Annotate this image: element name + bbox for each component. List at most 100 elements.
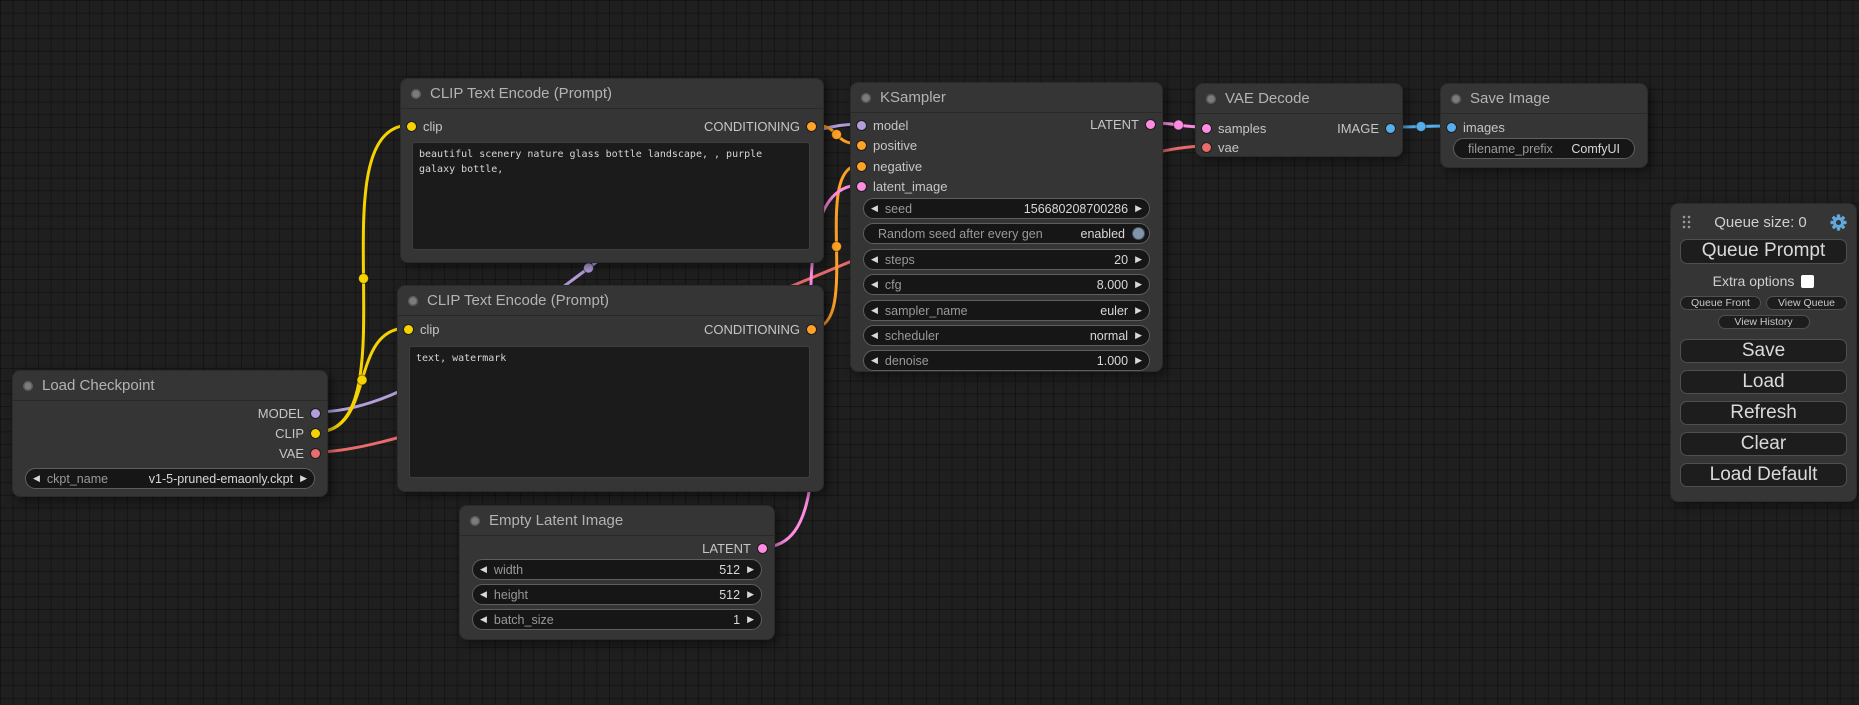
- decrement-arrow-icon[interactable]: ◀: [864, 351, 885, 370]
- decrement-arrow-icon[interactable]: ◀: [473, 560, 494, 579]
- collapse-dot-icon[interactable]: [1451, 94, 1461, 104]
- node-save_image[interactable]: Save Imageimagesfilename_prefixComfyUI: [1440, 83, 1648, 168]
- node-clip1[interactable]: CLIP Text Encode (Prompt)clipCONDITIONIN…: [400, 78, 824, 263]
- increment-arrow-icon[interactable]: ▶: [740, 610, 761, 629]
- collapse-dot-icon[interactable]: [1206, 94, 1216, 104]
- decrement-arrow-icon[interactable]: ◀: [864, 326, 885, 345]
- widget-ckpt_name[interactable]: ◀ckpt_namev1-5-pruned-emaonly.ckpt▶: [25, 468, 315, 489]
- output-slot-dot[interactable]: [1386, 124, 1395, 133]
- node-title-bar[interactable]: Load Checkpoint: [13, 371, 327, 401]
- node-title-bar[interactable]: CLIP Text Encode (Prompt): [401, 79, 823, 109]
- link-midpoint-dot[interactable]: [1416, 122, 1426, 132]
- link-midpoint-dot[interactable]: [1174, 120, 1184, 130]
- collapse-dot-icon[interactable]: [861, 93, 871, 103]
- widget-steps[interactable]: ◀steps20▶: [863, 249, 1150, 270]
- widget-sampler_name[interactable]: ◀sampler_nameeuler▶: [863, 300, 1150, 321]
- prompt-textarea[interactable]: beautiful scenery nature glass bottle la…: [412, 142, 810, 250]
- increment-arrow-icon[interactable]: ▶: [1128, 275, 1149, 294]
- decrement-arrow-icon[interactable]: ◀: [473, 610, 494, 629]
- node-title-bar[interactable]: VAE Decode: [1196, 84, 1402, 114]
- load-button[interactable]: Load: [1680, 370, 1847, 394]
- link-midpoint-dot[interactable]: [359, 274, 369, 284]
- link-midpoint-dot[interactable]: [832, 130, 842, 140]
- increment-arrow-icon[interactable]: ▶: [1128, 351, 1149, 370]
- widget-height[interactable]: ◀height512▶: [472, 584, 762, 605]
- view-queue-button[interactable]: View Queue: [1766, 296, 1847, 310]
- link-midpoint-dot[interactable]: [584, 263, 594, 273]
- gear-icon[interactable]: [1830, 214, 1847, 231]
- increment-arrow-icon[interactable]: ▶: [1128, 250, 1149, 269]
- prompt-textarea[interactable]: text, watermark: [409, 346, 810, 478]
- input-slot-dot[interactable]: [857, 141, 866, 150]
- queue-prompt-button[interactable]: Queue Prompt: [1680, 239, 1847, 264]
- node-title-text: CLIP Text Encode (Prompt): [430, 85, 612, 102]
- decrement-arrow-icon[interactable]: ◀: [473, 585, 494, 604]
- output-slot-dot[interactable]: [311, 429, 320, 438]
- decrement-arrow-icon[interactable]: ◀: [26, 469, 47, 488]
- widget-width[interactable]: ◀width512▶: [472, 559, 762, 580]
- clear-button[interactable]: Clear: [1680, 432, 1847, 456]
- input-slot-dot[interactable]: [857, 162, 866, 171]
- node-title-bar[interactable]: KSampler: [851, 83, 1162, 113]
- decrement-arrow-icon[interactable]: ◀: [864, 301, 885, 320]
- input-slot-dot[interactable]: [1202, 143, 1211, 152]
- collapse-dot-icon[interactable]: [411, 89, 421, 99]
- widget-value: 512: [719, 588, 740, 602]
- collapse-dot-icon[interactable]: [23, 381, 33, 391]
- output-slot-label: CLIP: [275, 426, 304, 441]
- widget-random-seed-after-every-gen[interactable]: Random seed after every genenabled: [863, 223, 1150, 244]
- widget-label: Random seed after every gen: [864, 227, 1043, 241]
- node-graph-canvas[interactable]: Load CheckpointMODELCLIPVAE◀ckpt_namev1-…: [0, 0, 1859, 705]
- widget-label: batch_size: [494, 613, 554, 627]
- input-slot-dot[interactable]: [1447, 123, 1456, 132]
- widget-scheduler[interactable]: ◀schedulernormal▶: [863, 325, 1150, 346]
- widget-batch_size[interactable]: ◀batch_size1▶: [472, 609, 762, 630]
- increment-arrow-icon[interactable]: ▶: [740, 560, 761, 579]
- output-slot-dot[interactable]: [311, 449, 320, 458]
- node-title-text: KSampler: [880, 89, 946, 106]
- node-title-bar[interactable]: Empty Latent Image: [460, 506, 774, 536]
- output-slot-dot[interactable]: [807, 325, 816, 334]
- load-default-button[interactable]: Load Default: [1680, 463, 1847, 487]
- widget-denoise[interactable]: ◀denoise1.000▶: [863, 350, 1150, 371]
- input-slot-dot[interactable]: [857, 182, 866, 191]
- decrement-arrow-icon[interactable]: ◀: [864, 250, 885, 269]
- collapse-dot-icon[interactable]: [470, 516, 480, 526]
- node-load_checkpoint[interactable]: Load CheckpointMODELCLIPVAE◀ckpt_namev1-…: [12, 370, 328, 497]
- toggle-circle-icon[interactable]: [1132, 227, 1145, 240]
- node-title-bar[interactable]: Save Image: [1441, 84, 1647, 114]
- link-midpoint-dot[interactable]: [357, 375, 367, 385]
- view-history-button[interactable]: View History: [1718, 315, 1810, 329]
- input-slot-label: latent_image: [873, 179, 947, 194]
- node-empty_latent[interactable]: Empty Latent ImageLATENT◀width512▶◀heigh…: [459, 505, 775, 640]
- collapse-dot-icon[interactable]: [408, 296, 418, 306]
- widget-value: 8.000: [1097, 278, 1128, 292]
- queue-panel: Queue size: 0 Queue Prompt Extra options…: [1670, 203, 1857, 502]
- increment-arrow-icon[interactable]: ▶: [1128, 301, 1149, 320]
- decrement-arrow-icon[interactable]: ◀: [864, 275, 885, 294]
- increment-arrow-icon[interactable]: ▶: [740, 585, 761, 604]
- widget-cfg[interactable]: ◀cfg8.000▶: [863, 274, 1150, 295]
- refresh-button[interactable]: Refresh: [1680, 401, 1847, 425]
- increment-arrow-icon[interactable]: ▶: [1128, 199, 1149, 218]
- increment-arrow-icon[interactable]: ▶: [293, 469, 314, 488]
- widget-filename_prefix[interactable]: filename_prefixComfyUI: [1453, 138, 1635, 159]
- drag-handle-icon[interactable]: [1682, 215, 1691, 229]
- node-clip2[interactable]: CLIP Text Encode (Prompt)clipCONDITIONIN…: [397, 285, 824, 492]
- extra-options-checkbox[interactable]: [1801, 275, 1814, 288]
- increment-arrow-icon[interactable]: ▶: [1128, 326, 1149, 345]
- output-slot-dot[interactable]: [1146, 120, 1155, 129]
- save-button[interactable]: Save: [1680, 339, 1847, 363]
- link-midpoint-dot[interactable]: [832, 242, 842, 252]
- output-slot-dot[interactable]: [758, 544, 767, 553]
- node-ksampler[interactable]: KSamplermodelpositivenegativelatent_imag…: [850, 82, 1163, 372]
- widget-label: seed: [885, 202, 912, 216]
- decrement-arrow-icon[interactable]: ◀: [864, 199, 885, 218]
- widget-seed[interactable]: ◀seed156680208700286▶: [863, 198, 1150, 219]
- output-slot-dot[interactable]: [311, 409, 320, 418]
- node-title-bar[interactable]: CLIP Text Encode (Prompt): [398, 286, 823, 316]
- output-slot-dot[interactable]: [807, 122, 816, 131]
- node-vae_decode[interactable]: VAE DecodesamplesvaeIMAGE: [1195, 83, 1403, 157]
- queue-front-button[interactable]: Queue Front: [1680, 296, 1761, 310]
- output-slot-LATENT: LATENT: [851, 115, 1162, 133]
